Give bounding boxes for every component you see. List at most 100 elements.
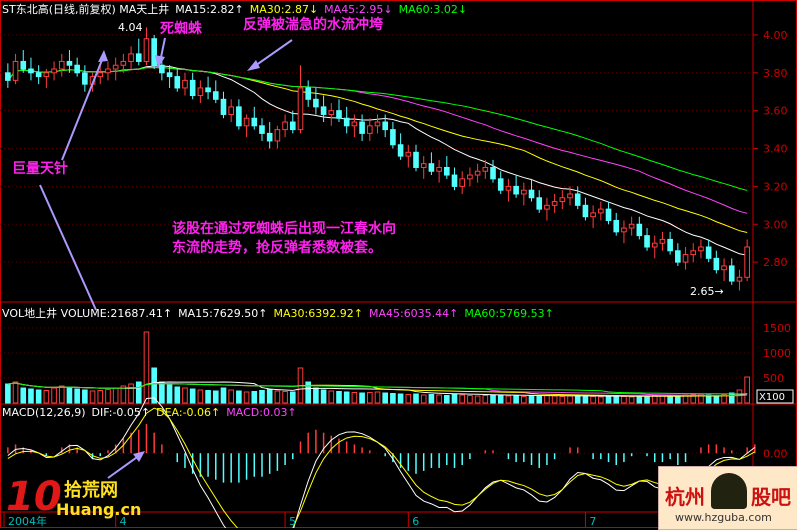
volume-bar [482,395,489,404]
volume-bar [605,396,612,404]
volume-bar [744,376,750,404]
volume-bar [598,396,604,404]
volume-bar [328,390,335,404]
candle-body [428,163,435,172]
volume-bar [374,391,381,404]
price-tick-label: 2.80 [763,256,788,269]
candle-body [613,219,620,233]
volume-bar [336,391,342,404]
candle-body [212,91,219,100]
volume-bar [274,390,281,404]
volume-bar [20,387,27,404]
volume-bar [5,383,11,404]
candle-body [382,121,389,131]
price-tick-label: 3.40 [763,143,788,156]
candle-body [66,60,73,66]
macd-value-label: MACD:0.03↑ [226,406,297,419]
candle-body [598,208,604,214]
volume-bar [159,381,165,404]
volume-bar [443,395,450,404]
candle-body [443,166,450,176]
candle-body [305,87,312,100]
right-watermark-logo: 杭州 股吧 www.hzguba.com [658,466,797,530]
price-header-title: ST东北高(日线,前复权) MA天上井 [2,3,170,16]
month-label: 7 [589,515,596,528]
candle-body [112,64,119,70]
annotation-dead-spider: 死蜘蛛 [160,21,202,37]
candle-body [744,246,750,278]
volume-bar [189,388,196,404]
volume-bar [613,395,620,404]
volume-bar [66,386,73,404]
candle-body [313,98,319,108]
candle-body [143,38,150,62]
volume-unit-label: X100 [759,392,785,403]
logo-url: Huang.cn [56,500,142,519]
volume-tick-label: 1500 [763,322,791,335]
volume-bar [467,395,473,404]
candle-body [220,98,227,115]
volume-bar [174,386,181,404]
volume-bar [536,396,543,404]
candle-body [605,208,612,221]
volume-bar [667,396,673,404]
candle-body [151,38,157,66]
volume-bar [289,391,296,404]
candle-body [320,106,327,115]
volume-bar [490,394,496,404]
volume-bar [559,396,566,404]
candle-body [159,64,165,74]
price-tick-label: 3.60 [763,105,788,118]
volume-bar [97,390,104,404]
volume-bar [436,394,442,404]
candle-body [82,72,88,85]
volume-bar [521,396,527,404]
volume-bar [197,389,204,404]
candle-body [682,254,689,263]
candle-body [459,178,466,187]
macd-dea-label: DEA:-0.06↑ [156,406,221,419]
candle-body [205,87,211,93]
volume-bar [228,389,234,404]
candle-body [28,68,34,74]
candle-body [343,117,350,127]
price-tick-label: 3.00 [763,218,788,231]
volume-bar [58,385,65,404]
volume-bar [621,396,627,404]
candle-body [705,246,712,259]
volume-bar [12,381,19,404]
volume-header: VOL地上井 VOLUME:21687.41↑ MA15:7629.50↑ MA30… [2,305,560,321]
candle-body [105,68,111,74]
candle-body [12,60,19,81]
volume-bar [35,389,42,404]
annotation-rebound: 反弹被湍急的水流冲垮 [243,17,383,33]
candle-body [328,110,335,115]
ma30-line [7,66,748,233]
volume-bar [212,390,219,404]
volume-bar [428,394,435,404]
price-tick-label: 3.80 [763,67,788,80]
volume-bar [413,393,419,404]
candle-body [58,60,65,70]
volume-ma60-label: MA60:5769.53↑ [464,307,554,320]
axis-tick-labels: 2.80 3.00 3.20 3.40 3.60 3.80 4.00 500 1000 1500 X… [3,29,794,528]
candle-body [166,72,173,78]
price-ma15-label: MA15:2.82↑ [175,3,244,16]
candle-body [5,72,11,81]
candle-body [567,193,573,199]
candle-body [490,166,496,180]
candle-body [128,53,134,62]
volume-bar [320,389,327,404]
volume-bar [135,381,142,404]
volume-bar [505,395,512,404]
high-price-label: 4.04 [118,21,143,34]
volume-bar [713,395,720,404]
volume-bar [266,389,273,404]
candle-body [174,76,181,89]
volume-bar [451,394,458,404]
volume-header-title: VOL地上井 VOLUME:21687.41↑ [2,307,173,320]
candle-body [251,117,258,127]
candle-body [405,151,412,157]
candle-body [97,72,104,78]
volume-bar [82,389,88,404]
